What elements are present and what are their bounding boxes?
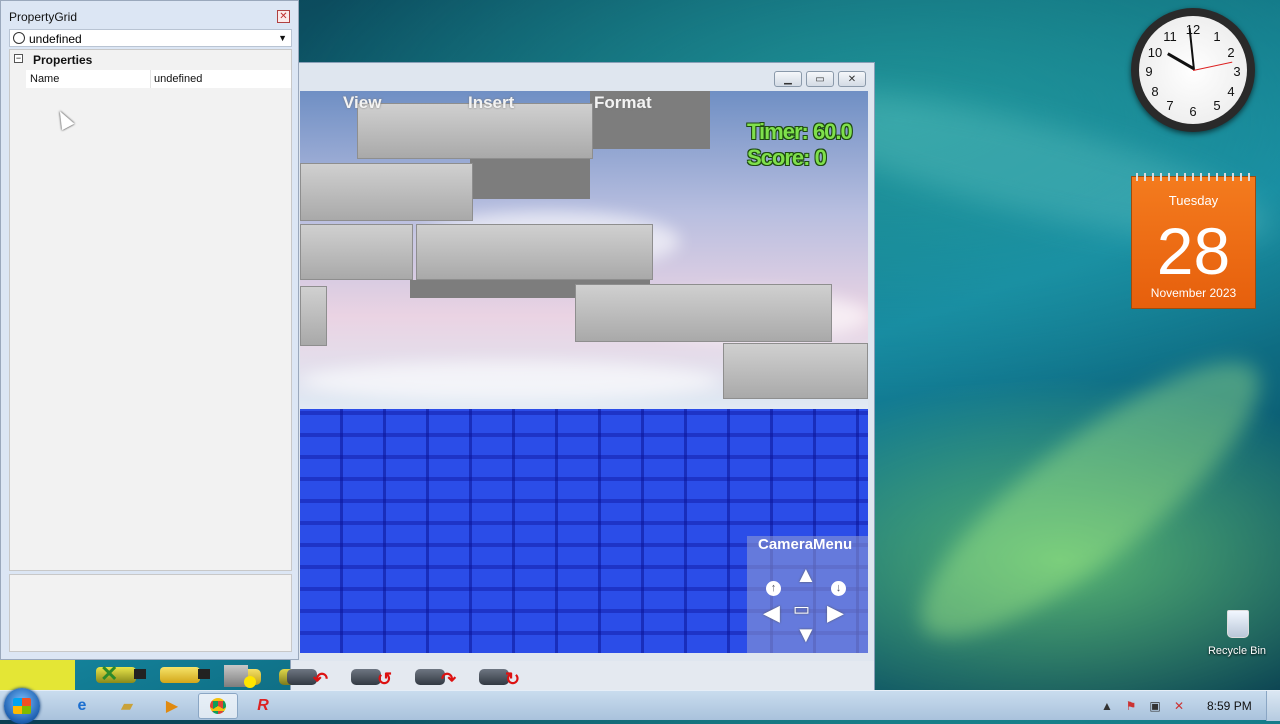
- taskbar: e ▰ ▶ R ▲ ⚑ ▣ ✕ 8:59 PM: [0, 688, 1280, 724]
- tool-bar: ↶ ↺ ↷ ↻: [225, 661, 874, 691]
- menu-format[interactable]: Format: [594, 93, 652, 113]
- gray-brick: [416, 224, 653, 280]
- game-window: ▁ ▭ ✕ View Insert Format Timer: 60.0 Sco…: [225, 62, 875, 692]
- chrome-icon[interactable]: [198, 693, 238, 719]
- camera-menu: CameraMenu ▲ ↑ ↓ ◀ ▭ ▶ ▼: [747, 536, 868, 653]
- clock-face: 12 1 2 3 4 5 6 7 8 9 10 11: [1139, 16, 1247, 124]
- delete-tool-icon[interactable]: ✕: [92, 661, 150, 688]
- clock-hour-hand: [1167, 52, 1195, 70]
- calendar-date: 28: [1156, 214, 1231, 288]
- recycle-bin-icon: [1227, 610, 1249, 638]
- start-button[interactable]: [4, 688, 40, 724]
- camera-zoom-in-icon[interactable]: ↑: [766, 581, 781, 596]
- camera-center-icon[interactable]: ▭: [793, 600, 810, 618]
- camera-right-icon[interactable]: ▶: [827, 602, 844, 624]
- action-center-icon[interactable]: ⚑: [1124, 699, 1138, 713]
- show-desktop-button[interactable]: [1266, 691, 1280, 721]
- property-value[interactable]: undefined: [154, 73, 202, 85]
- camera-down-icon[interactable]: ▼: [795, 624, 817, 646]
- window-controls: ▁ ▭ ✕: [774, 71, 866, 87]
- calendar-day: Tuesday: [1168, 193, 1219, 208]
- gray-brick: [300, 286, 327, 346]
- clock-number: 6: [1189, 104, 1197, 119]
- windows-logo-icon: [13, 698, 31, 714]
- paint-tool-icon[interactable]: [220, 662, 264, 688]
- property-grid-title: PropertyGrid: [9, 10, 78, 24]
- clock-number: 12: [1185, 22, 1201, 37]
- calendar-month: November 2023: [1150, 286, 1237, 300]
- property-category: Properties: [33, 53, 93, 67]
- clock-second-hand: [1193, 61, 1233, 71]
- show-hidden-icons-icon[interactable]: ▲: [1100, 699, 1114, 713]
- network-icon[interactable]: ▣: [1148, 699, 1162, 713]
- recycle-bin[interactable]: Recycle Bin: [1207, 608, 1267, 660]
- game-viewport[interactable]: View Insert Format Timer: 60.0 Score: 0 …: [300, 91, 868, 653]
- file-explorer-icon[interactable]: ▰: [107, 693, 147, 719]
- clock-time[interactable]: 8:59 PM: [1207, 699, 1252, 713]
- property-description: [9, 574, 292, 652]
- object-selector-value: undefined: [29, 32, 82, 46]
- camera-zoom-out-icon[interactable]: ↓: [831, 581, 846, 596]
- property-list: − Properties Name undefined: [9, 49, 292, 571]
- selected-tool-highlight[interactable]: [0, 660, 75, 690]
- camera-rotate-ccw-icon[interactable]: ↺: [343, 663, 395, 689]
- volume-icon[interactable]: ✕: [1172, 699, 1186, 713]
- camera-rotate-right-icon[interactable]: ↷: [407, 663, 459, 689]
- property-grid-panel: PropertyGrid ✕ undefined ▼ − Properties …: [0, 0, 299, 660]
- gray-brick: [575, 284, 832, 342]
- roblox-studio-icon[interactable]: R: [243, 693, 283, 719]
- media-player-icon[interactable]: ▶: [152, 693, 192, 719]
- divider: [150, 70, 151, 88]
- resize-tool-icon[interactable]: [156, 662, 214, 688]
- timer-label: Timer: 60.0: [747, 119, 853, 144]
- camera-rotate-cw-icon[interactable]: ↻: [471, 663, 523, 689]
- close-icon[interactable]: ✕: [277, 10, 290, 23]
- internet-explorer-icon[interactable]: e: [62, 693, 102, 719]
- score-label: Score: 0: [747, 145, 827, 170]
- camera-up-icon[interactable]: ▲: [795, 564, 817, 586]
- recycle-bin-label: Recycle Bin: [1207, 645, 1267, 657]
- calendar-rings: [1136, 173, 1251, 181]
- gray-brick: [723, 343, 868, 399]
- maximize-button[interactable]: ▭: [806, 71, 834, 87]
- clock-gadget[interactable]: 12 1 2 3 4 5 6 7 8 9 10 11: [1131, 8, 1255, 132]
- calendar-gadget[interactable]: Tuesday 28 November 2023: [1131, 173, 1256, 309]
- object-selector[interactable]: undefined ▼: [9, 29, 292, 47]
- clock-number: 7: [1166, 98, 1174, 113]
- gray-brick: [300, 224, 413, 280]
- camera-menu-title: CameraMenu: [758, 536, 853, 553]
- minimize-button[interactable]: ▁: [774, 71, 802, 87]
- clock-number: 2: [1227, 45, 1235, 60]
- globe-icon: [13, 32, 25, 44]
- property-name: Name: [30, 73, 60, 85]
- brick-shadow: [470, 159, 590, 199]
- chevron-down-icon[interactable]: ▼: [278, 33, 287, 43]
- camera-rotate-left-icon[interactable]: ↶: [279, 663, 331, 689]
- clock-number: 10: [1147, 45, 1163, 60]
- cloud: [300, 361, 720, 401]
- property-row[interactable]: Name undefined: [26, 70, 291, 88]
- camera-left-icon[interactable]: ◀: [763, 602, 780, 624]
- clock-number: 5: [1213, 98, 1221, 113]
- clock-number: 1: [1213, 29, 1221, 44]
- menu-view[interactable]: View: [343, 93, 381, 113]
- clock-number: 11: [1163, 29, 1177, 44]
- menu-insert[interactable]: Insert: [468, 93, 514, 113]
- clock-number: 9: [1145, 64, 1153, 79]
- gray-brick: [300, 163, 473, 221]
- clock-number: 3: [1233, 64, 1241, 79]
- collapse-icon[interactable]: −: [14, 54, 23, 63]
- close-button[interactable]: ✕: [838, 71, 866, 87]
- clock-number: 8: [1151, 84, 1159, 99]
- clock-number: 4: [1227, 84, 1235, 99]
